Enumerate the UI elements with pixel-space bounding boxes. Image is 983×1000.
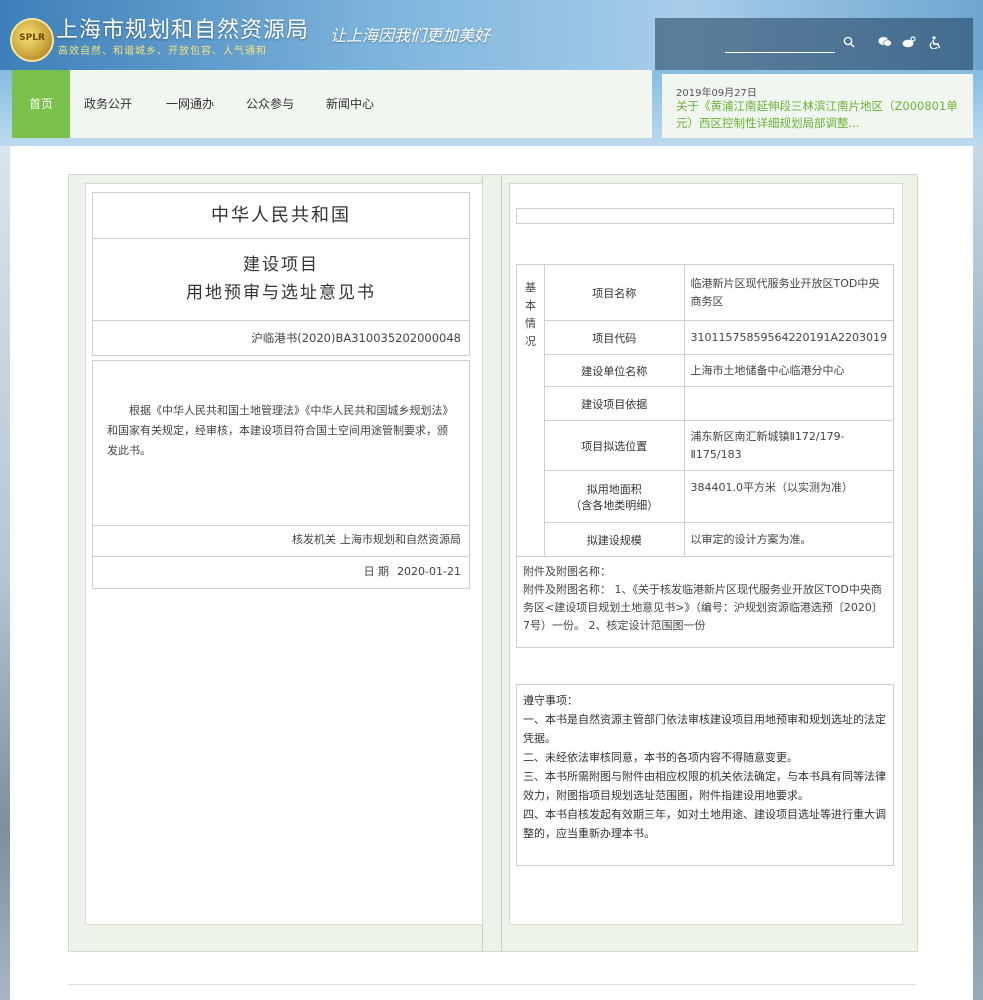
bureau-logo[interactable]: SPLR (10, 18, 54, 62)
site-title[interactable]: 上海市规划和自然资源局 (56, 12, 309, 44)
logo-text: SPLR (19, 33, 45, 43)
nav-item-government-affairs[interactable]: 政务公开 (76, 70, 140, 138)
certificate-body-text: 根据《中华人民共和国土地管理法》《中华人民共和国城乡规划法》和国家有关规定，经审… (107, 404, 454, 457)
details-header-bar (516, 208, 894, 224)
notes-box: 遵守事项： 一、本书是自然资源主管部门依法审核建设项目用地预审和规划选址的法定凭… (516, 684, 894, 866)
row-label: 拟用地面积 （含各地类明细） (543, 470, 685, 523)
side-label-cell: 基本情况 (516, 264, 545, 557)
search-icon[interactable] (841, 36, 857, 52)
nav-item-home[interactable]: 首页 (12, 70, 70, 138)
row-label: 项目名称 (543, 264, 685, 321)
site-header: SPLR 上海市规划和自然资源局 高效自然、和谐城乡、开放包容、人气通和 让上海… (0, 0, 983, 70)
row-label-line2: （含各地类明细） (570, 498, 659, 512)
certificate-title-line2: 用地预审与选址意见书 (186, 283, 376, 303)
row-label: 建设项目依据 (543, 386, 685, 421)
certificate-code-value: 沪临港书(2020)BA310035202000048 (251, 331, 461, 345)
attachments-title: 附件及附图名称： (523, 565, 611, 578)
certificate-frame: 中华人民共和国 建设项目 用地预审与选址意见书 沪临港书(2020)BA3100… (68, 174, 918, 952)
news-panel: 2019年09月27日 关于《黄浦江南延伸段三林滨江南片地区（Z000801单元… (662, 74, 973, 138)
side-label: 基本情况 (524, 280, 536, 348)
date-value: 2020-01-21 (397, 565, 461, 578)
wechat-icon[interactable] (877, 36, 893, 52)
notes-line: 遵守事项： (523, 694, 578, 707)
notes-line: 一、本书是自然资源主管部门依法审核建设项目用地预审和规划选址的法定凭据。 (523, 713, 886, 745)
row-label: 建设单位名称 (543, 354, 685, 387)
nav-item-one-stop-service[interactable]: 一网通办 (158, 70, 222, 138)
row-value: 临港新片区现代服务业开放区TOD中央商务区 (683, 264, 894, 321)
site-subtitle: 高效自然、和谐城乡、开放包容、人气通和 (58, 46, 267, 57)
row-label-line1: 拟用地面积 (586, 482, 642, 496)
main-nav: 首页 政务公开 一网通办 公众参与 新闻中心 (12, 70, 652, 138)
attachments-text: 附件及附图名称： 1、《关于核发临港新片区现代服务业开放区TOD中央商务区<建设… (523, 583, 883, 632)
notes-line: 四、本书自核发起有效期三年，如对土地用途、建设项目选址等进行重大调整的，应当重新… (523, 808, 886, 840)
row-value: 31011575859564220191A2203019 (683, 320, 894, 355)
notes-line: 二、未经依法审核同意，本书的各项内容不得随意变更。 (523, 751, 798, 764)
issuer-row: 核发机关 上海市规划和自然资源局 (92, 524, 470, 557)
accessibility-icon[interactable] (927, 36, 943, 52)
row-label: 项目代码 (543, 320, 685, 355)
slogan: 让上海因我们更加美好 (330, 26, 491, 45)
date-row: 日 期 2020-01-21 (92, 556, 470, 589)
row-label: 拟建设规模 (543, 522, 685, 557)
background-image-left (0, 146, 10, 1000)
nav-item-news-center[interactable]: 新闻中心 (318, 70, 382, 138)
row-value: 384401.0平方米（以实测为准） (683, 470, 894, 523)
footer-divider (68, 984, 916, 985)
background-image-right (973, 146, 983, 1000)
attachments-box: 附件及附图名称： 附件及附图名称： 1、《关于核发临港新片区现代服务业开放区TO… (516, 556, 894, 648)
certificate-body: 根据《中华人民共和国土地管理法》《中华人民共和国城乡规划法》和国家有关规定，经审… (92, 360, 470, 526)
row-label: 项目拟选位置 (543, 420, 685, 471)
fold-line (501, 175, 502, 951)
issuer-value: 上海市规划和自然资源局 (340, 533, 461, 546)
row-value: 上海市土地储备中心临港分中心 (683, 354, 894, 387)
certificate-code: 沪临港书(2020)BA310035202000048 (92, 320, 470, 356)
row-value (683, 386, 894, 421)
certificate-title: 建设项目 用地预审与选址意见书 (92, 238, 470, 321)
country-name: 中华人民共和国 (92, 192, 470, 239)
news-date: 2019年09月27日 (676, 88, 757, 99)
date-label: 日 期 (363, 565, 390, 578)
basic-info-table: 基本情况 项目名称 临港新片区现代服务业开放区TOD中央商务区 项目代码 310… (516, 264, 894, 557)
certificate-details-page: 基本情况 项目名称 临港新片区现代服务业开放区TOD中央商务区 项目代码 310… (509, 183, 903, 925)
weibo-icon[interactable] (901, 36, 917, 52)
header-tool-panel (655, 18, 973, 70)
nav-item-public-participation[interactable]: 公众参与 (238, 70, 302, 138)
row-value: 浦东新区南汇新城镇Ⅱ172/179-Ⅱ175/183 (683, 420, 894, 471)
main-content: 中华人民共和国 建设项目 用地预审与选址意见书 沪临港书(2020)BA3100… (10, 146, 973, 1000)
certificate-cover-page: 中华人民共和国 建设项目 用地预审与选址意见书 沪临港书(2020)BA3100… (85, 183, 483, 925)
notes-line: 三、本书所需附图与附件由相应权限的机关依法确定，与本书具有同等法律效力，附图指项… (523, 770, 886, 802)
issuer-label: 核发机关 (292, 533, 336, 546)
certificate-title-line1: 建设项目 (243, 255, 319, 275)
row-value: 以审定的设计方案为准。 (683, 522, 894, 557)
news-link[interactable]: 关于《黄浦江南延伸段三林滨江南片地区（Z000801单元）西区控制性详细规划局部… (676, 98, 966, 132)
search-underline (725, 52, 835, 53)
